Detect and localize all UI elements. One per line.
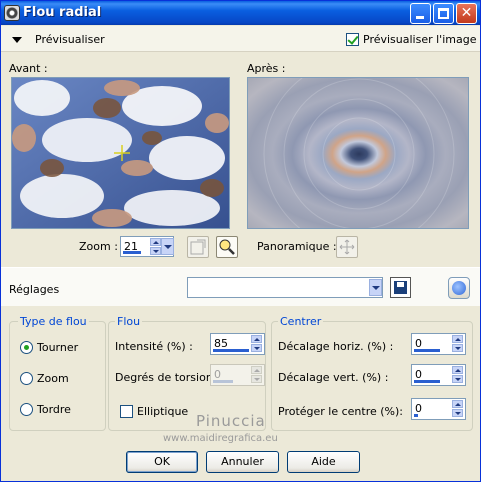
zoom-actual-button[interactable] [216, 236, 238, 258]
preview-label: Prévisualiser [35, 33, 105, 46]
spin-up-icon[interactable] [251, 366, 262, 374]
help-button[interactable]: Aide [287, 451, 360, 473]
preview-image-label: Prévisualiser l'image [363, 33, 477, 46]
save-preset-button[interactable] [390, 277, 411, 298]
flou-radial-dialog: Flou radial ✕ Prévisualiser Prévisualise… [0, 0, 481, 482]
intensity-input[interactable]: 85 [210, 333, 265, 355]
panoramique-button[interactable] [336, 236, 358, 258]
radio-tourner-label: Tourner [37, 341, 79, 354]
minimize-button[interactable] [410, 3, 431, 24]
app-icon [4, 5, 20, 21]
reglages-label: Réglages [9, 283, 60, 296]
window-title: Flou radial [23, 5, 102, 20]
protect-center-slider-bar[interactable] [414, 414, 418, 417]
elliptique-checkbox[interactable] [120, 405, 133, 418]
preset-dropdown-arrow-icon[interactable] [369, 279, 382, 296]
magnifier-icon [219, 239, 235, 255]
radio-tourner[interactable] [20, 341, 33, 354]
spin-down-icon[interactable] [150, 247, 161, 255]
horiz-offset-input[interactable]: 0 [411, 333, 466, 355]
fit-window-icon [190, 239, 206, 255]
collapse-triangle-icon[interactable] [12, 37, 22, 43]
spin-up-icon[interactable] [452, 366, 463, 374]
vert-offset-input[interactable]: 0 [411, 364, 466, 386]
ok-button[interactable]: OK [126, 451, 198, 473]
vert-offset-slider-bar[interactable] [414, 380, 440, 383]
close-icon: ✕ [460, 5, 473, 21]
maximize-button[interactable] [433, 3, 454, 24]
intensity-label: Intensité (%) : [115, 340, 193, 353]
horiz-offset-spinner[interactable] [452, 335, 463, 352]
panoramique-label: Panoramique : [257, 240, 337, 253]
torsion-input[interactable]: 0 [210, 364, 265, 386]
after-preview [247, 77, 469, 229]
elliptique-label: Elliptique [137, 405, 189, 418]
blur-type-legend: Type de flou [18, 315, 89, 328]
reset-button[interactable] [448, 277, 470, 299]
spin-up-icon[interactable] [251, 335, 262, 343]
torsion-slider-bar[interactable] [213, 380, 233, 383]
cancel-button[interactable]: Annuler [206, 451, 279, 473]
title-bar[interactable]: Flou radial ✕ [1, 1, 480, 25]
spin-down-icon[interactable] [452, 375, 463, 383]
maximize-icon [438, 8, 449, 19]
after-label: Après : [247, 62, 286, 75]
protect-center-spinner[interactable] [452, 400, 463, 417]
spin-up-icon[interactable] [150, 238, 161, 246]
radio-zoom-label: Zoom [37, 372, 69, 385]
center-legend: Centrer [278, 315, 324, 328]
radio-tordre-label: Tordre [37, 403, 71, 416]
before-preview[interactable] [11, 77, 230, 229]
spin-up-icon[interactable] [452, 335, 463, 343]
before-preview-image [12, 78, 229, 228]
watermark-name: Pinuccia [196, 412, 266, 430]
radio-zoom[interactable] [20, 372, 33, 385]
spin-down-icon[interactable] [251, 344, 262, 352]
zoom-input[interactable]: 21 [120, 236, 174, 257]
protect-center-input[interactable]: 0 [411, 398, 466, 420]
after-preview-image [248, 78, 468, 228]
vert-offset-label: Décalage vert. (%) : [278, 371, 389, 384]
horiz-offset-slider-bar[interactable] [414, 349, 440, 352]
minimize-icon [416, 16, 424, 19]
move-icon [339, 239, 355, 255]
zoom-spinner[interactable] [150, 238, 161, 255]
horiz-offset-label: Décalage horiz. (%) : [278, 340, 394, 353]
vert-offset-spinner[interactable] [452, 366, 463, 383]
preset-select[interactable] [187, 277, 383, 298]
intensity-spinner[interactable] [251, 335, 262, 352]
zoom-dropdown-arrow-icon[interactable] [161, 238, 174, 255]
intensity-slider-bar[interactable] [213, 349, 249, 352]
protect-center-label: Protéger le centre (%): [278, 405, 404, 418]
blur-legend: Flou [115, 315, 143, 328]
before-label: Avant : [9, 62, 48, 75]
spin-down-icon[interactable] [452, 409, 463, 417]
zoom-label: Zoom : [79, 240, 118, 253]
zoom-slider-bar[interactable] [123, 251, 141, 254]
zoom-fit-button[interactable] [187, 236, 209, 258]
radio-tordre[interactable] [20, 403, 33, 416]
spin-up-icon[interactable] [452, 400, 463, 408]
close-button[interactable]: ✕ [456, 3, 477, 24]
torsion-spinner[interactable] [251, 366, 262, 383]
spin-down-icon[interactable] [251, 375, 262, 383]
preview-image-checkbox[interactable] [346, 33, 359, 46]
spin-down-icon[interactable] [452, 344, 463, 352]
torsion-label: Degrés de torsion : [115, 371, 220, 384]
watermark-url: www.maidiregrafica.eu [163, 433, 278, 444]
